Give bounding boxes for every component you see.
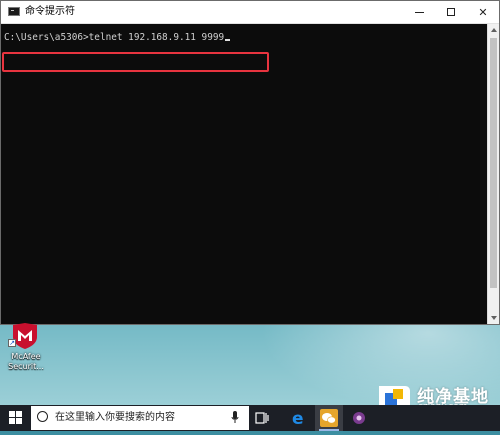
command-prompt-window[interactable]: 命令提示符 ✕ C:\Users\a5306>telnet 192.168.9.… (0, 0, 500, 325)
shortcut-arrow-icon: ↗ (8, 339, 16, 347)
window-title: 命令提示符 (25, 6, 75, 17)
desktop-icon-label: McAfee Securit... (8, 352, 44, 371)
text-cursor (225, 39, 231, 41)
arrow-down-icon (490, 316, 497, 320)
task-view-icon[interactable] (255, 411, 269, 425)
windows-logo-icon-part (16, 411, 22, 417)
taskbar-wechat-button[interactable] (315, 405, 343, 431)
scroll-thumb[interactable] (490, 38, 497, 288)
taskbar-search-box[interactable]: 在这里输入你要搜索的内容 (31, 406, 249, 430)
vertical-scrollbar[interactable] (487, 24, 499, 324)
console-output-area[interactable]: C:\Users\a5306>telnet 192.168.9.11 9999 (1, 24, 487, 324)
scroll-down-button[interactable] (488, 312, 499, 324)
command-line[interactable]: C:\Users\a5306>telnet 192.168.9.11 9999 (4, 32, 231, 44)
red-highlight-annotation (2, 52, 269, 72)
maximize-icon (447, 8, 455, 16)
taskbar-app-button[interactable] (345, 405, 373, 431)
search-icon (37, 411, 48, 422)
taskbar: 在这里输入你要搜索的内容 e (0, 405, 500, 431)
scroll-up-button[interactable] (488, 24, 499, 36)
title-bar[interactable]: 命令提示符 ✕ (1, 1, 499, 24)
windows-logo-icon-part (9, 418, 15, 424)
minimize-button[interactable] (403, 1, 435, 23)
app-icon (353, 412, 365, 424)
close-button[interactable]: ✕ (467, 1, 499, 23)
close-icon: ✕ (478, 5, 488, 19)
edge-icon: e (292, 409, 304, 429)
taskbar-edge-button[interactable]: e (285, 405, 313, 431)
microphone-icon[interactable] (231, 411, 239, 424)
windows-logo-icon (9, 411, 15, 417)
maximize-button[interactable] (435, 1, 467, 23)
arrow-up-icon (490, 28, 497, 32)
desktop-icon-mcafee[interactable]: ↗ McAfee Securit... (4, 322, 48, 378)
windows-logo-icon-part (16, 418, 22, 424)
wechat-icon (320, 409, 338, 427)
svg-text:e: e (292, 409, 304, 429)
minimize-icon (414, 11, 424, 13)
command-text: C:\Users\a5306>telnet 192.168.9.11 9999 (4, 32, 225, 43)
start-button[interactable] (9, 411, 23, 425)
search-placeholder: 在这里输入你要搜索的内容 (55, 412, 175, 423)
cmd-app-icon (8, 7, 20, 16)
